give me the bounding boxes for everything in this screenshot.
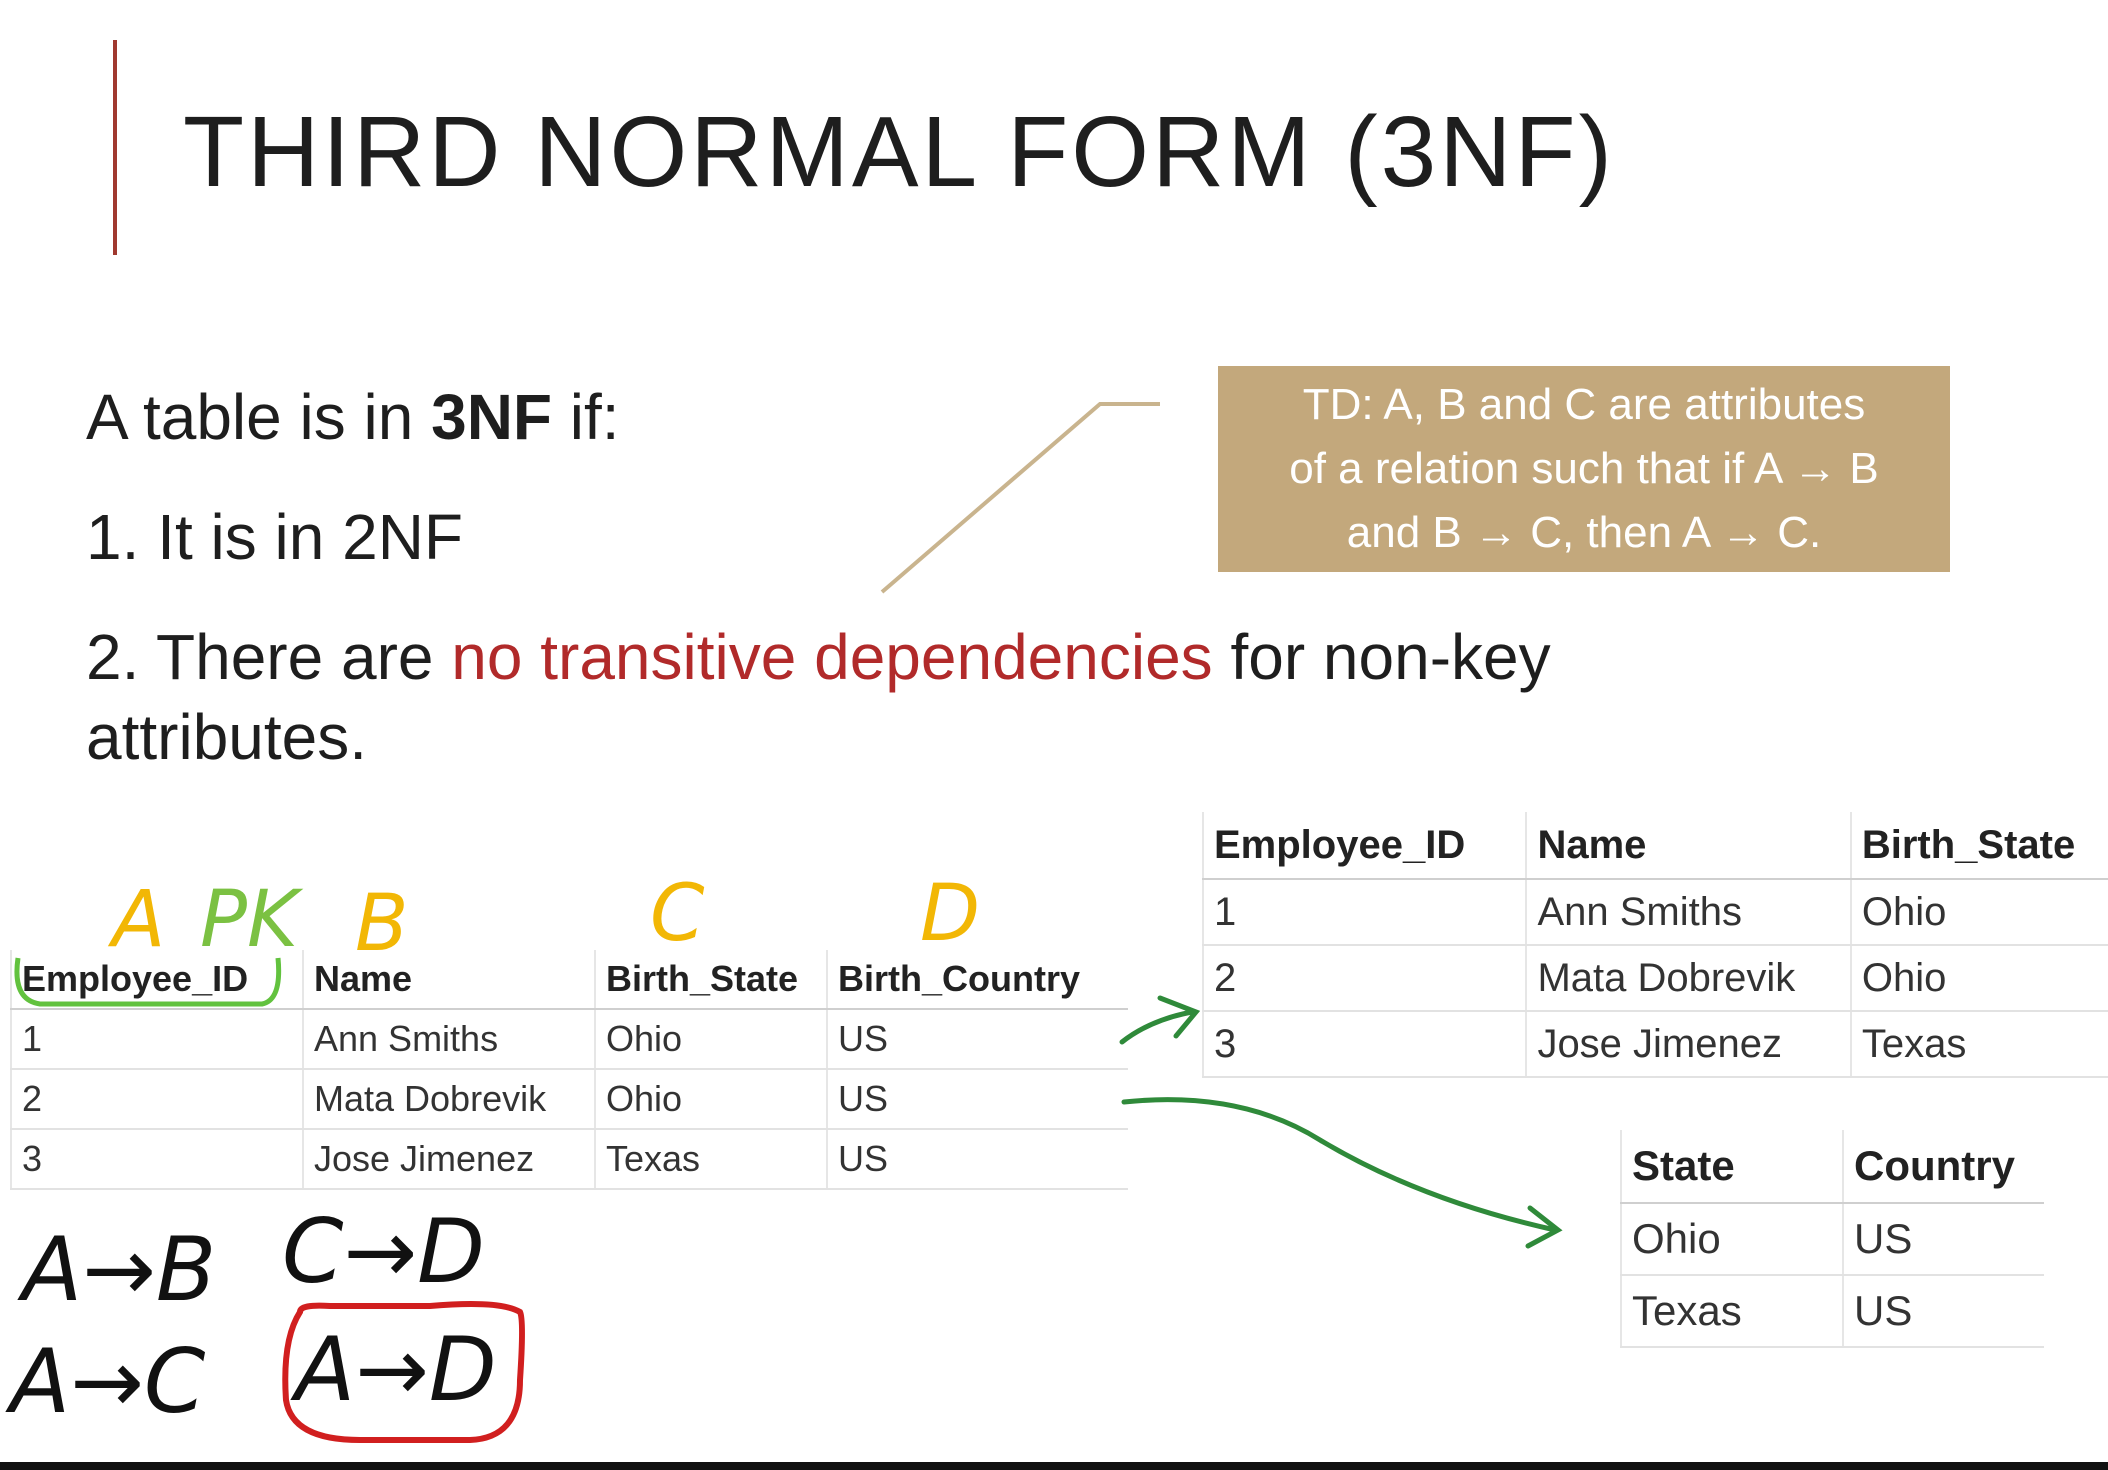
slide: THIRD NORMAL FORM (3NF) A table is in 3N…: [0, 0, 2108, 1470]
dependency-a-d: A→D: [290, 1318, 497, 1421]
table-cell: Ohio: [594, 1069, 827, 1130]
table-cell: 1: [10, 1009, 303, 1070]
table-header-row: State Country: [1620, 1130, 2044, 1204]
bottom-bar: [0, 1462, 2108, 1470]
point-2-prefix: 2. There are: [86, 621, 452, 693]
header-country: Country: [1842, 1130, 2044, 1204]
table-cell: US: [1842, 1203, 2044, 1276]
callout-line: of a relation such that if A → B: [1289, 444, 1879, 493]
table-cell: Texas: [1620, 1275, 1843, 1348]
table-cell: Mata Dobrevik: [302, 1069, 595, 1130]
state-table: State Country Ohio US Texas US: [1620, 1130, 2044, 1348]
dependency-a-c: A→C: [5, 1330, 206, 1433]
table-row: 1 Ann Smiths Ohio US: [10, 1009, 1128, 1070]
point-2-continuation: attributes.: [86, 701, 368, 773]
table-cell: US: [826, 1129, 1128, 1190]
table-cell: 2: [1201, 945, 1527, 1012]
table-cell: Jose Jimenez: [1525, 1011, 1851, 1078]
table-row: 3 Jose Jimenez Texas US: [10, 1129, 1128, 1190]
intro-prefix: A table is in: [86, 381, 432, 453]
header-employee-id: Employee_ID: [10, 950, 303, 1010]
accent-bar: [113, 40, 117, 255]
table-cell: US: [826, 1069, 1128, 1130]
table-row: Texas US: [1620, 1275, 2044, 1348]
point-2: 2. There are no transitive dependencies …: [86, 617, 1551, 777]
header-birth-state: Birth_State: [594, 950, 827, 1010]
table-header-row: Employee_ID Name Birth_State Birth_Count…: [10, 950, 1128, 1010]
table-cell: 3: [1201, 1011, 1527, 1078]
table-row: 2 Mata Dobrevik Ohio US: [10, 1069, 1128, 1130]
table-row: Ohio US: [1620, 1203, 2044, 1276]
slide-title: THIRD NORMAL FORM (3NF): [183, 96, 1615, 208]
table-cell: 1: [1201, 879, 1527, 946]
arrow-to-employee-table: [1119, 995, 1201, 1045]
intro-line: A table is in 3NF if:: [86, 377, 620, 457]
callout-connector-line: [880, 402, 1160, 594]
header-state: State: [1620, 1130, 1843, 1204]
intro-bold: 3NF: [431, 381, 552, 453]
arrow-to-state-table: [1121, 1097, 1563, 1249]
table-cell: Texas: [594, 1129, 827, 1190]
table-cell: Ohio: [1849, 879, 2108, 946]
table-cell: Ohio: [594, 1009, 827, 1070]
callout-line: TD: A, B and C are attributes: [1302, 380, 1866, 429]
dependency-c-d: C→D: [282, 1200, 485, 1303]
dependency-a-d-circle: [282, 1301, 525, 1443]
intro-suffix: if:: [552, 381, 620, 453]
table-header-row: Employee_ID Name Birth_State: [1201, 812, 2108, 880]
dependency-a-b: A→B: [17, 1218, 216, 1321]
table-cell: 2: [10, 1069, 303, 1130]
definition-callout: TD: A, B and C are attributes of a relat…: [1218, 366, 1950, 572]
table-cell: Ann Smiths: [302, 1009, 595, 1070]
point-2-highlight: no transitive dependencies: [451, 621, 1213, 693]
table-row: 2 Mata Dobrevik Ohio: [1201, 945, 2108, 1012]
annotation-letter-c: C: [650, 869, 705, 959]
annotation-letter-d: D: [920, 869, 980, 959]
callout-line: and B → C, then A → C.: [1346, 508, 1822, 557]
original-table: Employee_ID Name Birth_State Birth_Count…: [10, 950, 1128, 1190]
table-row: 1 Ann Smiths Ohio: [1201, 879, 2108, 946]
header-name: Name: [1525, 812, 1851, 880]
point-1: 1. It is in 2NF: [86, 501, 463, 573]
table-row: 3 Jose Jimenez Texas: [1201, 1011, 2108, 1078]
table-cell: Texas: [1849, 1011, 2108, 1078]
table-cell: Jose Jimenez: [302, 1129, 595, 1190]
table-cell: US: [1842, 1275, 2044, 1348]
employee-table: Employee_ID Name Birth_State 1 Ann Smith…: [1201, 812, 2108, 1078]
table-cell: Ann Smiths: [1525, 879, 1851, 946]
header-birth-state: Birth_State: [1849, 812, 2108, 880]
header-name: Name: [302, 950, 595, 1010]
header-birth-country: Birth_Country: [826, 950, 1128, 1010]
table-cell: Ohio: [1620, 1203, 1843, 1276]
table-cell: Ohio: [1849, 945, 2108, 1012]
table-cell: Mata Dobrevik: [1525, 945, 1851, 1012]
table-cell: US: [826, 1009, 1128, 1070]
point-2-suffix: for non-key: [1212, 621, 1551, 693]
table-cell: 3: [10, 1129, 303, 1190]
header-employee-id: Employee_ID: [1201, 812, 1527, 880]
